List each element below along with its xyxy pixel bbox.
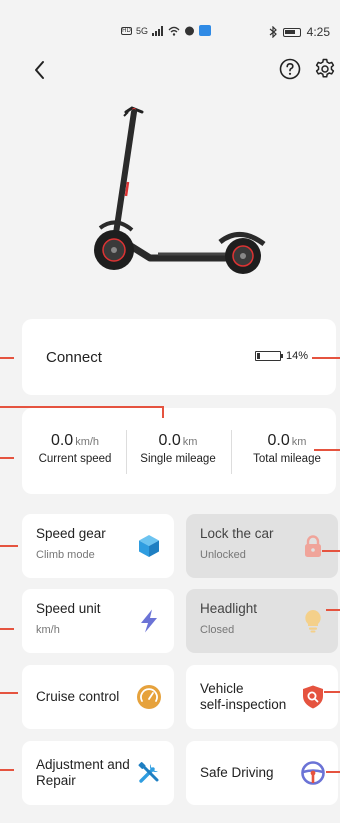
scooter-image [94,106,266,274]
safe-driving-title: Safe Driving [200,765,274,780]
connect-card[interactable]: Connect 14% [22,319,336,395]
headlight-status: Closed [200,624,235,636]
self-inspection-title-line1: Vehicle [200,681,244,696]
self-inspection-tile[interactable]: Vehicle self-inspection [186,665,338,729]
clock: 4:25 [306,25,330,39]
headlight-title: Headlight [200,601,258,616]
annotation-line [0,628,14,630]
status-right: 4:25 [269,25,330,39]
cruise-control-tile[interactable]: Cruise control [22,665,174,729]
connect-label: Connect [46,349,102,366]
battery-icon [254,351,283,361]
battery-status-icon [282,27,301,37]
annotation-line [0,357,14,359]
battery-level-fill [256,353,260,359]
speed-unit-value: km/h [36,624,60,636]
speed-unit-tile[interactable]: Speed unit km/h [22,589,174,653]
cruise-control-title: Cruise control [36,689,120,704]
self-inspection-title: Vehicle self-inspection [200,681,286,713]
stat-current-speed: 0.0 km/h Current speed [36,432,114,465]
tools-icon [138,762,159,783]
network-label: 5G [136,25,149,36]
current-speed-value: 0.0 [50,432,74,449]
headlight-tile[interactable]: Headlight Closed [186,589,338,653]
bluetooth-icon [269,26,277,38]
status-icons: HD 5G [121,25,212,36]
shield-search-icon [303,685,323,709]
status-bar: HD 5G 4:25 [0,0,340,60]
speed-gear-tile[interactable]: Speed gear Climb mode [22,514,174,578]
lock-icon [305,535,321,557]
annotation-line [0,406,163,408]
hd-icon: HD [121,26,132,35]
settings-gear-icon[interactable] [314,58,336,80]
single-mileage-unit: km [182,436,198,448]
current-speed-label: Current speed [38,453,112,465]
lock-car-tile[interactable]: Lock the car Unlocked [186,514,338,578]
lightning-icon [141,609,157,633]
annotation-line [326,771,340,773]
annotation-line [0,545,18,547]
annotation-line [322,550,340,552]
signal-icon [152,25,164,36]
steering-wheel-icon [301,761,325,785]
lock-car-status: Unlocked [200,549,246,561]
nfc-icon [185,26,195,35]
single-mileage-label: Single mileage [140,453,216,465]
cube-icon [139,535,159,557]
single-mileage-value: 0.0 [158,432,181,449]
annotation-line [314,449,340,451]
lightbulb-icon [305,610,321,633]
annotation-line [162,406,164,418]
total-mileage-unit: km [291,436,307,448]
annotation-line [0,769,14,771]
adjustment-repair-title-line2: Repair [36,773,76,788]
annotation-line [0,457,14,459]
back-icon[interactable] [28,58,52,82]
stat-single-mileage: 0.0 km Single mileage [138,432,218,465]
adjustment-repair-title-line1: Adjustment and [36,757,130,772]
annotation-line [324,691,340,693]
speed-gear-title: Speed gear [36,526,106,541]
speed-gear-value: Climb mode [36,549,95,561]
scooter-battery: 14% [254,350,308,362]
speed-unit-title: Speed unit [36,601,101,616]
stat-divider [231,430,232,474]
speedometer-icon [137,685,161,709]
total-mileage-value: 0.0 [267,432,290,449]
annotation-line [326,609,340,611]
adjustment-repair-title: Adjustment and Repair [36,757,130,789]
annotation-line [312,357,340,359]
stat-divider [126,430,127,474]
lock-car-title: Lock the car [200,526,274,541]
total-mileage-label: Total mileage [253,453,321,465]
help-icon[interactable] [279,58,301,80]
app-notification-icon [199,25,212,36]
stats-card: 0.0 km/h Current speed 0.0 km Single milea… [22,408,336,494]
adjustment-repair-tile[interactable]: Adjustment and Repair [22,741,174,805]
safe-driving-tile[interactable]: Safe Driving [186,741,338,805]
battery-percent: 14% [285,350,308,362]
annotation-line [0,692,18,694]
wifi-icon [168,26,180,36]
self-inspection-title-line2: self-inspection [200,697,287,712]
current-speed-unit: km/h [75,436,100,448]
